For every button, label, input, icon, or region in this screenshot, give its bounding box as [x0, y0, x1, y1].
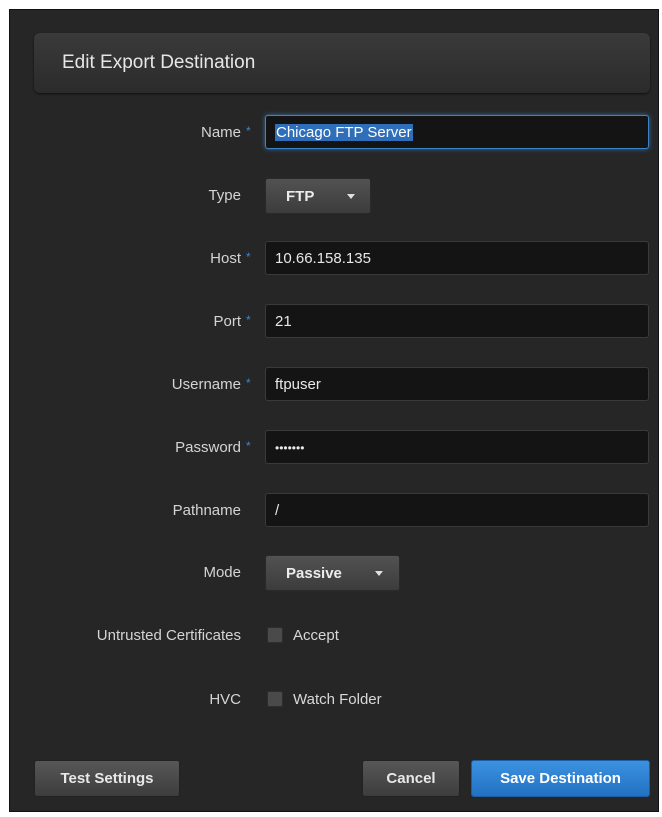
- cancel-button[interactable]: Cancel: [362, 760, 460, 797]
- mode-dropdown-value: Passive: [286, 565, 342, 582]
- password-required-marker: *: [246, 439, 251, 453]
- watch-folder-checkbox[interactable]: [267, 691, 283, 707]
- chevron-down-icon: [347, 194, 355, 199]
- name-required-marker: *: [246, 124, 251, 138]
- port-label: Port: [213, 313, 241, 330]
- host-label: Host: [210, 250, 241, 267]
- watch-folder-checkbox-label[interactable]: Watch Folder: [293, 691, 382, 708]
- host-input[interactable]: 10.66.158.135: [265, 241, 649, 275]
- username-input[interactable]: ftpuser: [265, 367, 649, 401]
- pathname-input[interactable]: /: [265, 493, 649, 527]
- save-destination-button[interactable]: Save Destination: [471, 760, 650, 797]
- hvc-row: HVC Watch Folder: [10, 682, 660, 718]
- untrusted-certificates-row: Untrusted Certificates Accept: [10, 618, 660, 654]
- mode-label: Mode: [203, 564, 241, 581]
- name-row: Name * Chicago FTP Server: [10, 115, 660, 151]
- port-input[interactable]: 21: [265, 304, 649, 338]
- type-dropdown[interactable]: FTP: [265, 178, 371, 214]
- mode-row: Mode Passive: [10, 555, 660, 591]
- pathname-row: Pathname /: [10, 493, 660, 529]
- port-row: Port * 21: [10, 304, 660, 340]
- type-row: Type FTP: [10, 178, 660, 214]
- untrusted-certificates-label: Untrusted Certificates: [96, 627, 241, 644]
- username-label: Username: [171, 376, 241, 393]
- username-row: Username * ftpuser: [10, 367, 660, 403]
- pathname-label: Pathname: [172, 502, 241, 519]
- host-row: Host * 10.66.158.135: [10, 241, 660, 277]
- password-input[interactable]: •••••••: [265, 430, 649, 464]
- password-row: Password * •••••••: [10, 430, 660, 466]
- type-dropdown-value: FTP: [286, 188, 315, 205]
- port-required-marker: *: [246, 313, 251, 327]
- accept-checkbox-label[interactable]: Accept: [293, 627, 339, 644]
- mode-dropdown[interactable]: Passive: [265, 555, 400, 591]
- chevron-down-icon: [375, 571, 383, 576]
- accept-checkbox[interactable]: [267, 627, 283, 643]
- edit-export-destination-dialog: Edit Export Destination Name * Chicago F…: [9, 9, 659, 812]
- dialog-header: Edit Export Destination: [34, 33, 650, 93]
- test-settings-button[interactable]: Test Settings: [34, 760, 180, 797]
- type-label: Type: [208, 187, 241, 204]
- name-input-value: Chicago FTP Server: [275, 124, 413, 141]
- hvc-label: HVC: [209, 691, 241, 708]
- password-label: Password: [175, 439, 241, 456]
- name-input[interactable]: Chicago FTP Server: [265, 115, 649, 149]
- username-required-marker: *: [246, 376, 251, 390]
- dialog-title: Edit Export Destination: [62, 52, 256, 73]
- host-required-marker: *: [246, 250, 251, 264]
- name-label: Name: [200, 124, 241, 141]
